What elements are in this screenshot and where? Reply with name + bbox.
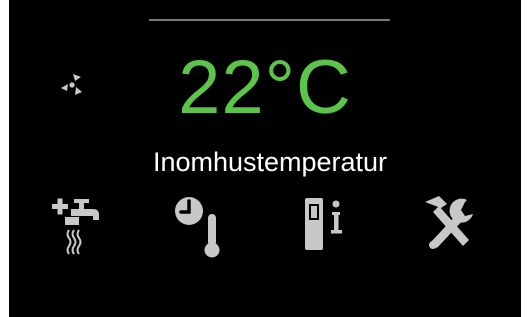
hot-water-button[interactable] xyxy=(37,186,117,264)
hot-water-tap-icon xyxy=(52,198,99,255)
info-button[interactable] xyxy=(287,186,367,264)
schedule-temperature-button[interactable] xyxy=(159,186,239,264)
top-divider xyxy=(149,19,390,21)
tools-button[interactable] xyxy=(409,186,489,264)
clock-thermometer-icon xyxy=(175,197,220,258)
hammer-wrench-icon xyxy=(425,196,473,249)
device-info-icon xyxy=(305,198,342,250)
temperature-label: Inomhustemperatur xyxy=(152,147,388,177)
temperature-value: 22°C xyxy=(178,45,352,130)
fan-icon xyxy=(61,74,82,95)
fan-button[interactable] xyxy=(51,64,91,104)
thermostat-screen: 22°C Inomhustemperatur xyxy=(9,0,521,317)
